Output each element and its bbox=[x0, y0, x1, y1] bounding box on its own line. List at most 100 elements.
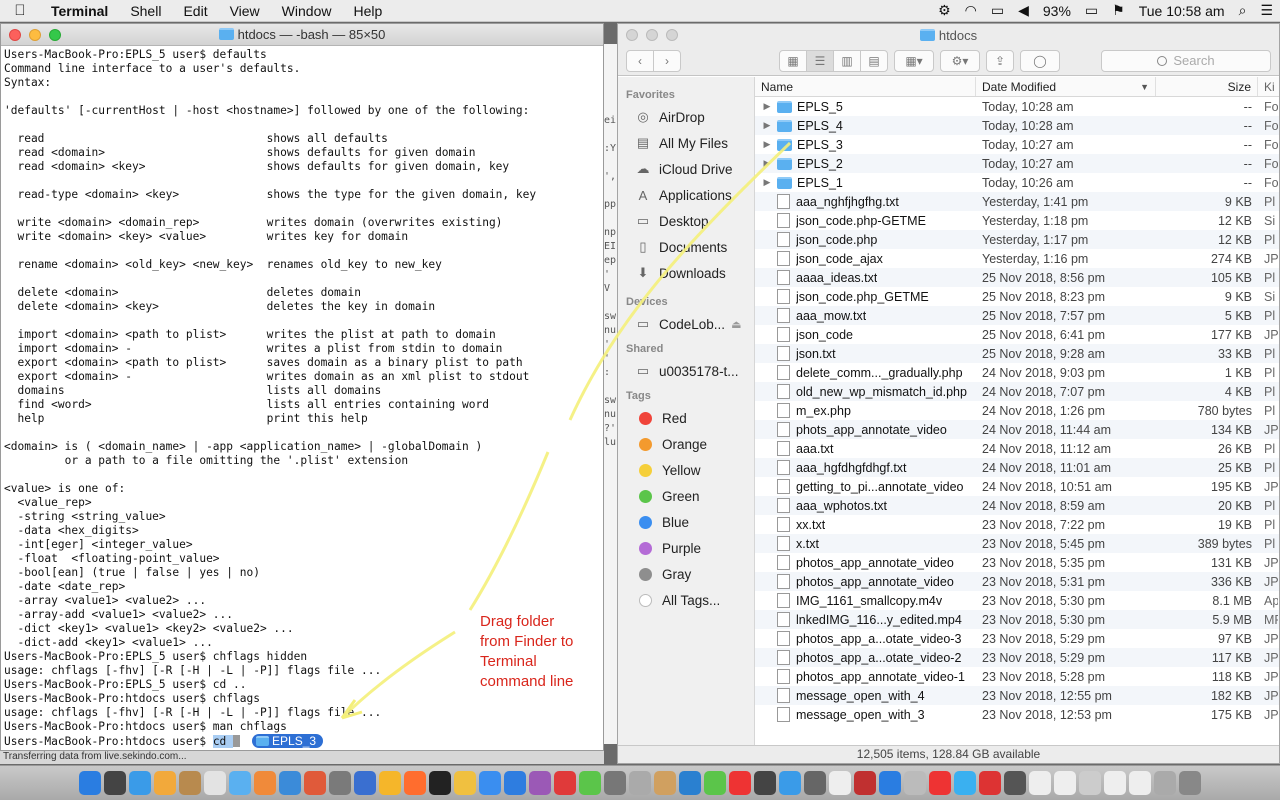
cover-flow-icon[interactable]: ▤ bbox=[860, 49, 888, 72]
sidebar-item-codelob[interactable]: ▭ CodeLob... ⏏ bbox=[618, 311, 754, 337]
column-header-kind[interactable]: Ki bbox=[1258, 77, 1278, 96]
search-input[interactable]: Search bbox=[1101, 49, 1271, 72]
dock-app-icon[interactable] bbox=[1004, 771, 1026, 795]
dock-app-icon[interactable] bbox=[954, 771, 976, 795]
dock-app-icon[interactable] bbox=[1179, 771, 1201, 795]
status-menu-icon[interactable]: ⚙ bbox=[931, 2, 958, 19]
dock-app-icon[interactable] bbox=[254, 771, 276, 795]
dock-app-icon[interactable] bbox=[1129, 771, 1151, 795]
file-row[interactable]: photos_app_annotate_video-1 23 Nov 2018, … bbox=[755, 667, 1279, 686]
dock-app-icon[interactable] bbox=[979, 771, 1001, 795]
folder-row[interactable]: ▶ EPLS_3 Today, 10:27 am -- Fo bbox=[755, 135, 1279, 154]
dock-app-icon[interactable] bbox=[1104, 771, 1126, 795]
folder-row[interactable]: ▶ EPLS_1 Today, 10:26 am -- Fo bbox=[755, 173, 1279, 192]
menu-app-name[interactable]: Terminal bbox=[40, 3, 119, 19]
menu-view[interactable]: View bbox=[219, 3, 271, 19]
battery-percent[interactable]: 93% bbox=[1036, 3, 1078, 19]
dock-app-icon[interactable] bbox=[654, 771, 676, 795]
column-header-date[interactable]: Date Modified ▼ bbox=[976, 77, 1156, 96]
file-row[interactable]: xx.txt 23 Nov 2018, 7:22 pm 19 KB Pl bbox=[755, 515, 1279, 534]
flag-icon[interactable]: ⚑ bbox=[1105, 2, 1132, 19]
file-row[interactable]: photos_app_a...otate_video-3 23 Nov 2018,… bbox=[755, 629, 1279, 648]
sidebar-item-desktop[interactable]: ▭ Desktop bbox=[618, 208, 754, 234]
sidebar-item-documents[interactable]: ▯ Documents bbox=[618, 234, 754, 260]
sidebar-tag-orange[interactable]: Orange bbox=[618, 431, 754, 457]
dock-app-icon[interactable] bbox=[504, 771, 526, 795]
dock-app-icon[interactable] bbox=[554, 771, 576, 795]
sidebar-tag-all-tags[interactable]: All Tags... bbox=[618, 587, 754, 613]
tag-button-icon[interactable]: ◯ bbox=[1020, 49, 1060, 72]
dock-app-icon[interactable] bbox=[1054, 771, 1076, 795]
file-row[interactable]: json_code.php_GETME 25 Nov 2018, 8:23 pm 9… bbox=[755, 287, 1279, 306]
back-icon[interactable]: ‹ bbox=[626, 49, 654, 72]
file-row[interactable]: aaa.txt 24 Nov 2018, 11:12 am 26 KB Pl bbox=[755, 439, 1279, 458]
disclosure-triangle-icon[interactable]: ▶ bbox=[761, 158, 773, 169]
terminal-titlebar[interactable]: htdocs — -bash — 85×50 bbox=[1, 24, 603, 46]
folder-row[interactable]: ▶ EPLS_4 Today, 10:28 am -- Fo bbox=[755, 116, 1279, 135]
terminal-command-line[interactable]: Users-MacBook-Pro:htdocs user$ cd EPLS_3 bbox=[4, 734, 603, 748]
dock-app-icon[interactable] bbox=[329, 771, 351, 795]
dock-app-icon[interactable] bbox=[804, 771, 826, 795]
file-row[interactable]: aaa_mow.txt 25 Nov 2018, 7:57 pm 5 KB Pl bbox=[755, 306, 1279, 325]
file-row[interactable]: IMG_1161_smallcopy.m4v 23 Nov 2018, 5:30 … bbox=[755, 591, 1279, 610]
sidebar-tag-purple[interactable]: Purple bbox=[618, 535, 754, 561]
sidebar-item-u0035178-t[interactable]: ▭ u0035178-t... bbox=[618, 358, 754, 384]
file-row[interactable]: aaa_hgfdhgfdhgf.txt 24 Nov 2018, 11:01 am… bbox=[755, 458, 1279, 477]
file-row[interactable]: photos_app_a...otate_video-2 23 Nov 2018,… bbox=[755, 648, 1279, 667]
folder-row[interactable]: ▶ EPLS_2 Today, 10:27 am -- Fo bbox=[755, 154, 1279, 173]
action-gear-icon[interactable]: ⚙▾ bbox=[940, 49, 980, 72]
dock-app-icon[interactable] bbox=[129, 771, 151, 795]
file-row[interactable]: json_code.php Yesterday, 1:17 pm 12 KB Pl bbox=[755, 230, 1279, 249]
file-row[interactable]: message_open_with_4 23 Nov 2018, 12:55 pm… bbox=[755, 686, 1279, 705]
column-header-size[interactable]: Size bbox=[1156, 77, 1258, 96]
sidebar-tag-blue[interactable]: Blue bbox=[618, 509, 754, 535]
dock-app-icon[interactable] bbox=[829, 771, 851, 795]
dock-app-icon[interactable] bbox=[679, 771, 701, 795]
file-row[interactable]: aaa_wphotos.txt 24 Nov 2018, 8:59 am 20 KB… bbox=[755, 496, 1279, 515]
dock-app-icon[interactable] bbox=[854, 771, 876, 795]
disclosure-triangle-icon[interactable]: ▶ bbox=[761, 101, 773, 112]
dock-app-icon[interactable] bbox=[779, 771, 801, 795]
file-row[interactable]: x.txt 23 Nov 2018, 5:45 pm 389 bytes Pl bbox=[755, 534, 1279, 553]
column-header-name[interactable]: Name bbox=[755, 77, 976, 96]
spotlight-icon[interactable]: ⌕ bbox=[1232, 2, 1254, 19]
wifi-icon[interactable]: ◠ bbox=[958, 2, 984, 19]
file-row[interactable]: photos_app_annotate_video 23 Nov 2018, 5:… bbox=[755, 572, 1279, 591]
dock-app-icon[interactable] bbox=[904, 771, 926, 795]
forward-icon[interactable]: › bbox=[653, 49, 681, 72]
dock-app-icon[interactable] bbox=[179, 771, 201, 795]
dragged-folder-badge[interactable]: EPLS_3 bbox=[252, 734, 324, 748]
sidebar-item-all-my-files[interactable]: ▤ All My Files bbox=[618, 130, 754, 156]
menu-help[interactable]: Help bbox=[342, 3, 393, 19]
dock-app-icon[interactable] bbox=[579, 771, 601, 795]
dock-app-icon[interactable] bbox=[104, 771, 126, 795]
file-row[interactable]: phots_app_annotate_video 24 Nov 2018, 11:… bbox=[755, 420, 1279, 439]
dock-app-icon[interactable] bbox=[729, 771, 751, 795]
sidebar-item-downloads[interactable]: ⬇ Downloads bbox=[618, 260, 754, 286]
battery-icon[interactable]: ▭ bbox=[1078, 2, 1105, 19]
dock-app-icon[interactable] bbox=[79, 771, 101, 795]
file-row[interactable]: old_new_wp_mismatch_id.php 24 Nov 2018, 7… bbox=[755, 382, 1279, 401]
file-row[interactable]: photos_app_annotate_video 23 Nov 2018, 5:… bbox=[755, 553, 1279, 572]
file-row[interactable]: json.txt 25 Nov 2018, 9:28 am 33 KB Pl bbox=[755, 344, 1279, 363]
share-icon[interactable]: ⇪ bbox=[986, 49, 1014, 72]
dock-app-icon[interactable] bbox=[354, 771, 376, 795]
folder-row[interactable]: ▶ EPLS_5 Today, 10:28 am -- Fo bbox=[755, 97, 1279, 116]
list-view-icon[interactable]: ☰ bbox=[806, 49, 834, 72]
column-view-icon[interactable]: ▥ bbox=[833, 49, 861, 72]
file-row[interactable]: getting_to_pi...annotate_video 24 Nov 201… bbox=[755, 477, 1279, 496]
arrange-icon[interactable]: ▦▾ bbox=[894, 49, 934, 72]
dock-app-icon[interactable] bbox=[754, 771, 776, 795]
dock-app-icon[interactable] bbox=[629, 771, 651, 795]
disclosure-triangle-icon[interactable]: ▶ bbox=[761, 177, 773, 188]
file-row[interactable]: json_code 25 Nov 2018, 6:41 pm 177 KB JP bbox=[755, 325, 1279, 344]
dock-app-icon[interactable] bbox=[704, 771, 726, 795]
sidebar-tag-gray[interactable]: Gray bbox=[618, 561, 754, 587]
dock-app-icon[interactable] bbox=[404, 771, 426, 795]
icon-view-icon[interactable]: ▦ bbox=[779, 49, 807, 72]
file-row[interactable]: lnkedIMG_116...y_edited.mp4 23 Nov 2018, … bbox=[755, 610, 1279, 629]
file-row[interactable]: aaaa_ideas.txt 25 Nov 2018, 8:56 pm 105 KB… bbox=[755, 268, 1279, 287]
dock-app-icon[interactable] bbox=[154, 771, 176, 795]
dock-app-icon[interactable] bbox=[379, 771, 401, 795]
apple-menu-icon[interactable]:  bbox=[0, 2, 40, 19]
